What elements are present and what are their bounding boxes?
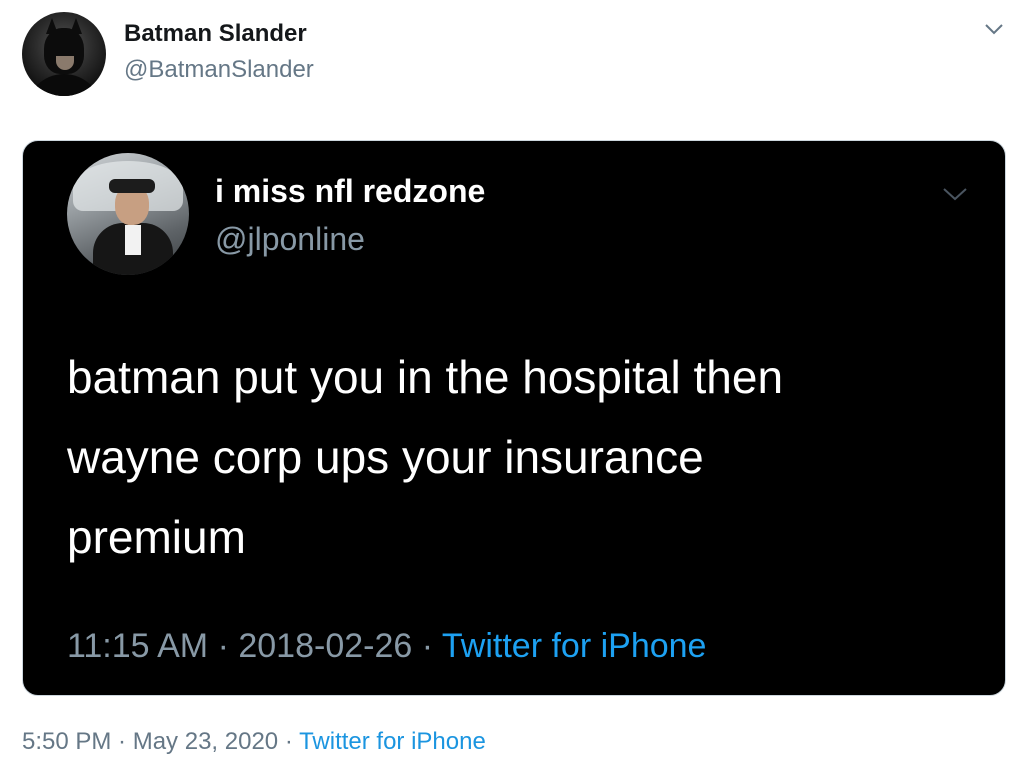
quoted-text-line: wayne corp ups your insurance xyxy=(67,431,704,483)
tweet-source-link[interactable]: Twitter for iPhone xyxy=(299,728,486,755)
quoted-source-link[interactable]: Twitter for iPhone xyxy=(442,627,707,665)
quoted-tweet-text: batman put you in the hospital then wayn… xyxy=(67,337,947,577)
quoted-chevron-down-icon[interactable] xyxy=(941,185,969,203)
quoted-author-name[interactable]: i miss nfl redzone xyxy=(215,173,485,210)
quoted-time: 11:15 AM xyxy=(67,627,209,665)
quoted-tweet-meta: 11:15 AM · 2018-02-26 · Twitter for iPho… xyxy=(67,627,706,666)
quoted-author-handle[interactable]: @jlponline xyxy=(215,221,365,258)
author-handle[interactable]: @BatmanSlander xyxy=(124,56,314,84)
author-avatar[interactable] xyxy=(22,12,106,96)
quoted-text-line: batman put you in the hospital then xyxy=(67,351,784,403)
author-name[interactable]: Batman Slander xyxy=(124,20,307,48)
tweet-meta: 5:50 PM · May 23, 2020 · Twitter for iPh… xyxy=(22,728,486,756)
separator: · xyxy=(278,728,300,755)
separator: · xyxy=(412,627,442,665)
quoted-author-avatar[interactable] xyxy=(67,153,189,275)
chevron-down-icon[interactable] xyxy=(984,22,1004,36)
tweet-time[interactable]: 5:50 PM xyxy=(22,728,111,755)
separator: · xyxy=(111,728,133,755)
tweet-date[interactable]: May 23, 2020 xyxy=(133,728,278,755)
quoted-text-line: premium xyxy=(67,511,246,563)
quoted-tweet-card[interactable]: i miss nfl redzone @jlponline batman put… xyxy=(22,140,1006,696)
quoted-date: 2018-02-26 xyxy=(238,627,413,665)
separator: · xyxy=(208,627,239,665)
